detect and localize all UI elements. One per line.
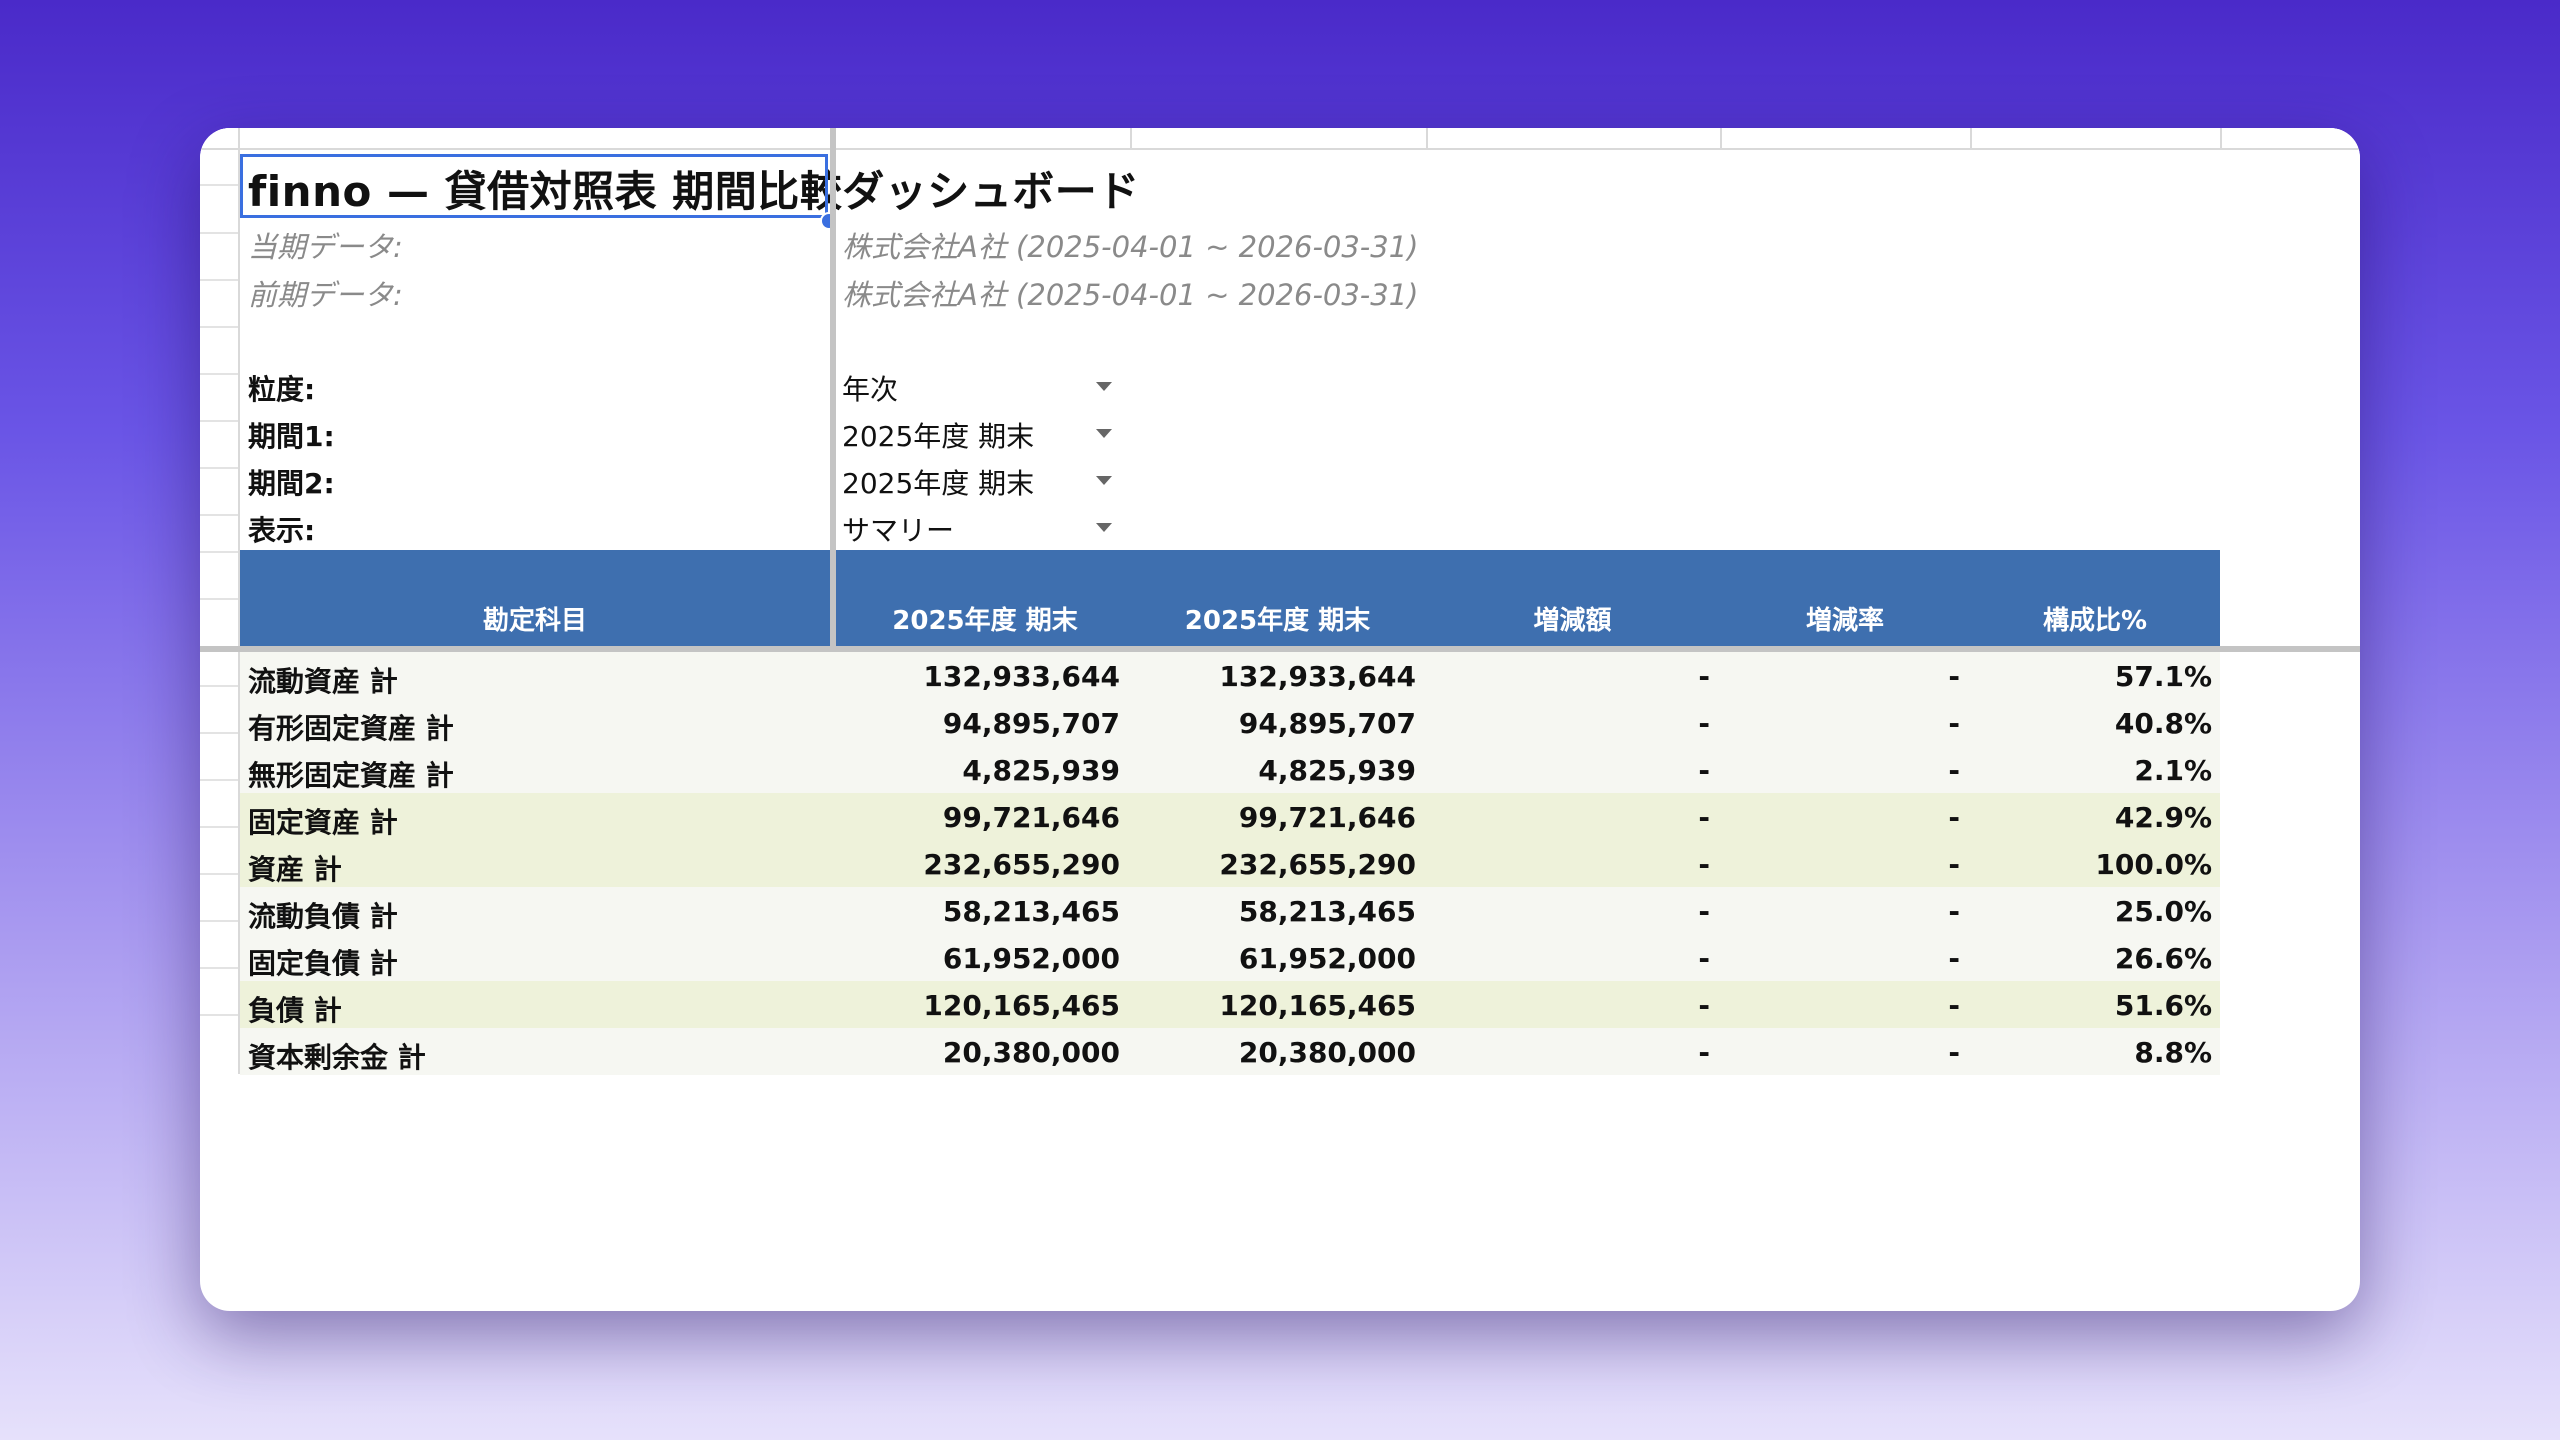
cell-period1[interactable]: 132,933,644 [840,660,1120,693]
cell-change-amount[interactable]: - [1425,1036,1710,1069]
cell-change-rate[interactable]: - [1720,707,1960,740]
period1-dropdown[interactable]: 2025年度 期末 [842,415,1034,455]
cell-composition[interactable]: 100.0% [1970,848,2212,881]
cell-account[interactable]: 流動資産 計 [248,660,808,700]
table-row: 資本剰余金 計 20,380,000 20,380,000- -8.8% [240,1028,2220,1075]
cell-account[interactable]: 無形固定資産 計 [248,754,808,794]
active-cell-selection[interactable] [240,154,828,218]
cell-period1[interactable]: 58,213,465 [840,895,1120,928]
cell-change-rate[interactable]: - [1720,989,1960,1022]
cell-period1[interactable]: 20,380,000 [840,1036,1120,1069]
cell-period1[interactable]: 61,952,000 [840,942,1120,975]
cell-period1[interactable]: 94,895,707 [840,707,1120,740]
cell-period2[interactable]: 4,825,939 [1130,754,1416,787]
display-label: 表示: [248,514,316,547]
cell-composition[interactable]: 2.1% [1970,754,2212,787]
header-composition[interactable]: 構成比% [1970,600,2220,637]
prior-period-label: 前期データ: [248,278,403,312]
cell-change-rate[interactable]: - [1720,754,1960,787]
cell-change-amount[interactable]: - [1425,848,1710,881]
cell-period1[interactable]: 99,721,646 [840,801,1120,834]
cell-change-rate[interactable]: - [1720,942,1960,975]
table-row: 固定資産 計 99,721,646 99,721,646- -42.9% [240,793,2220,840]
cell-account[interactable]: 有形固定資産 計 [248,707,808,747]
cell-composition[interactable]: 40.8% [1970,707,2212,740]
cell-change-amount[interactable]: - [1425,801,1710,834]
cell-period2[interactable]: 232,655,290 [1130,848,1416,881]
table-header-row: 勘定科目 2025年度 期末 2025年度 期末 増減額 増減率 構成比% [240,550,2220,646]
header-period2[interactable]: 2025年度 期末 [1130,600,1425,637]
table-row: 負債 計 120,165,465 120,165,465- -51.6% [240,981,2220,1028]
cell-account[interactable]: 資本剰余金 計 [248,1036,808,1076]
cell-account[interactable]: 負債 計 [248,989,808,1029]
period2-dropdown[interactable]: 2025年度 期末 [842,462,1034,502]
cell-period2[interactable]: 94,895,707 [1130,707,1416,740]
row-header-gutter[interactable] [200,148,240,1074]
header-change-amount[interactable]: 増減額 [1425,600,1720,637]
chevron-down-icon[interactable] [1096,523,1112,532]
cell-period2[interactable]: 20,380,000 [1130,1036,1416,1069]
chevron-down-icon[interactable] [1096,382,1112,391]
current-period-value[interactable]: 株式会社A社 (2025-04-01 ~ 2026-03-31) [842,224,1419,266]
cell-change-rate[interactable]: - [1720,1036,1960,1069]
cell-change-rate[interactable]: - [1720,848,1960,881]
cell-period1[interactable]: 120,165,465 [840,989,1120,1022]
table-row: 無形固定資産 計 4,825,939 4,825,939- -2.1% [240,746,2220,793]
prior-period-value[interactable]: 株式会社A社 (2025-04-01 ~ 2026-03-31) [842,272,1419,314]
cell-period2[interactable]: 120,165,465 [1130,989,1416,1022]
display-dropdown[interactable]: サマリー [842,509,954,549]
spreadsheet-grid: finno — 貸借対照表 期間比較ダッシュボード 当期データ: 株式会社A社 … [200,128,2360,1075]
cell-period2[interactable]: 61,952,000 [1130,942,1416,975]
period2-label: 期間2: [248,467,335,500]
cell-change-amount[interactable]: - [1425,754,1710,787]
cell-change-amount[interactable]: - [1425,660,1710,693]
cell-period2[interactable]: 58,213,465 [1130,895,1416,928]
cell-composition[interactable]: 42.9% [1970,801,2212,834]
cell-period1[interactable]: 232,655,290 [840,848,1120,881]
cell-composition[interactable]: 57.1% [1970,660,2212,693]
cell-account[interactable]: 資産 計 [248,848,808,888]
cell-account[interactable]: 固定資産 計 [248,801,808,841]
cell-composition[interactable]: 51.6% [1970,989,2212,1022]
chevron-down-icon[interactable] [1096,429,1112,438]
header-account[interactable]: 勘定科目 [240,600,830,637]
cell-change-rate[interactable]: - [1720,660,1960,693]
table-row: 流動資産 計 132,933,644 132,933,644- -57.1% [240,652,2220,699]
cell-period2[interactable]: 99,721,646 [1130,801,1416,834]
cell-change-rate[interactable]: - [1720,801,1960,834]
spreadsheet-card: finno — 貸借対照表 期間比較ダッシュボード 当期データ: 株式会社A社 … [200,128,2360,1311]
cell-composition[interactable]: 26.6% [1970,942,2212,975]
table-row: 固定負債 計 61,952,000 61,952,000- -26.6% [240,934,2220,981]
cell-change-amount[interactable]: - [1425,989,1710,1022]
table-row: 資産 計 232,655,290 232,655,290- -100.0% [240,840,2220,887]
cell-change-amount[interactable]: - [1425,895,1710,928]
header-change-rate[interactable]: 増減率 [1720,600,1970,637]
granularity-dropdown[interactable]: 年次 [842,368,898,408]
cell-composition[interactable]: 25.0% [1970,895,2212,928]
cell-account[interactable]: 流動負債 計 [248,895,808,935]
period1-label: 期間1: [248,420,335,453]
cell-change-amount[interactable]: - [1425,942,1710,975]
table-row: 有形固定資産 計 94,895,707 94,895,707- -40.8% [240,699,2220,746]
cell-period2[interactable]: 132,933,644 [1130,660,1416,693]
table-row: 流動負債 計 58,213,465 58,213,465- -25.0% [240,887,2220,934]
cell-change-amount[interactable]: - [1425,707,1710,740]
current-period-label: 当期データ: [248,230,403,264]
header-period1[interactable]: 2025年度 期末 [840,600,1130,637]
cell-period1[interactable]: 4,825,939 [840,754,1120,787]
cell-composition[interactable]: 8.8% [1970,1036,2212,1069]
column-header-bar[interactable] [200,128,2360,150]
granularity-label: 粒度: [248,373,316,406]
chevron-down-icon[interactable] [1096,476,1112,485]
cell-account[interactable]: 固定負債 計 [248,942,808,982]
cell-change-rate[interactable]: - [1720,895,1960,928]
